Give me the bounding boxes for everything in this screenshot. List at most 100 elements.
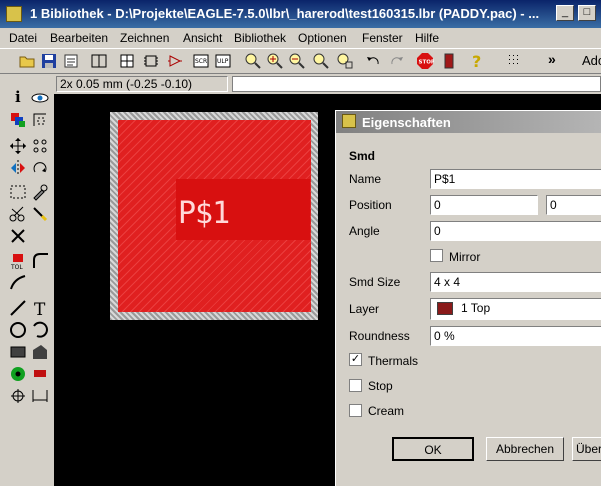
rotate-icon[interactable] — [30, 158, 50, 178]
grid-icon[interactable] — [506, 52, 524, 70]
toolbar-overflow-button[interactable]: » — [548, 51, 566, 69]
delete-icon[interactable] — [8, 226, 28, 246]
line-icon[interactable] — [8, 298, 28, 318]
paste-icon[interactable] — [30, 204, 50, 224]
show-icon[interactable] — [30, 88, 50, 108]
section-heading: Smd — [349, 149, 376, 163]
rect-icon[interactable] — [8, 342, 28, 362]
arc-icon[interactable] — [30, 320, 50, 340]
change-icon[interactable] — [30, 182, 50, 202]
smd-size-field[interactable]: 4 x 4 — [430, 272, 601, 292]
layer-select[interactable]: 1 Top — [430, 298, 601, 320]
zoom-in-icon[interactable] — [266, 52, 284, 70]
coordinate-bar: 2x 0.05 mm (-0.25 -0.10) — [0, 74, 601, 94]
svg-text:i: i — [15, 88, 21, 106]
help-icon[interactable]: ? — [468, 52, 486, 71]
window-title: 1 Bibliothek - D:\Projekte\EAGLE-7.5.0\l… — [30, 6, 540, 21]
text-icon[interactable]: T — [30, 298, 50, 320]
ok-button[interactable]: OK — [392, 437, 474, 461]
tool-palette: i TOL T — [0, 88, 54, 486]
cut-icon[interactable] — [8, 204, 28, 224]
menu-zeichnen[interactable]: Zeichnen — [120, 31, 169, 45]
svg-text:?: ? — [472, 52, 481, 70]
window-titlebar: 1 Bibliothek - D:\Projekte\EAGLE-7.5.0\l… — [0, 0, 601, 28]
roundness-field[interactable]: 0 % — [430, 326, 601, 346]
polygon-icon[interactable] — [30, 342, 50, 362]
menu-bibliothek[interactable]: Bibliothek — [234, 31, 286, 45]
info-icon[interactable]: i — [8, 86, 28, 106]
layer-label: Layer — [349, 302, 380, 316]
roundness-label: Roundness — [349, 329, 410, 343]
open-folder-icon[interactable] — [18, 52, 36, 70]
ulp-icon[interactable]: ULP — [214, 52, 232, 70]
split-icon[interactable] — [8, 272, 28, 292]
add-pad-icon[interactable]: TOL — [8, 250, 28, 271]
name-label: Name — [349, 172, 382, 186]
dialog-title: Eigenschaften — [362, 115, 451, 130]
cream-label: Cream — [368, 404, 405, 418]
zoom-fit-icon[interactable] — [244, 52, 262, 70]
display-layers-icon[interactable] — [8, 110, 28, 130]
miter-icon[interactable] — [30, 250, 50, 270]
zoom-select-icon[interactable] — [336, 52, 354, 70]
menu-datei[interactable]: Datei — [9, 31, 37, 45]
pad-name-label: P$1 — [178, 196, 230, 231]
mirror-label: Mirror — [449, 250, 481, 264]
coordinate-display: 2x 0.05 mm (-0.25 -0.10) — [56, 76, 228, 92]
menu-optionen[interactable]: Optionen — [298, 31, 347, 45]
zoom-out-icon[interactable] — [288, 52, 306, 70]
position-label: Position — [349, 198, 392, 212]
stop-icon[interactable]: STOP — [416, 52, 435, 70]
cancel-button[interactable]: Abbrechen — [486, 437, 564, 461]
command-line-input[interactable] — [232, 76, 601, 92]
apply-button[interactable]: Über — [572, 437, 601, 461]
smd-size-label: Smd Size — [349, 275, 401, 289]
circle-icon[interactable] — [8, 320, 28, 340]
dimension-icon[interactable] — [30, 386, 50, 406]
maximize-button[interactable]: □ — [578, 5, 596, 21]
thermals-checkbox[interactable]: ✓ — [349, 353, 362, 366]
properties-dialog: Eigenschaften Smd Name P$1 Position 0 0 … — [335, 110, 601, 486]
stop-label: Stop — [368, 379, 393, 393]
mirror-icon[interactable] — [8, 158, 28, 178]
undo-icon[interactable] — [364, 52, 382, 70]
menu-bearbeiten[interactable]: Bearbeiten — [50, 31, 108, 45]
name-field[interactable]: P$1 — [430, 169, 601, 189]
copy-icon[interactable] — [30, 136, 50, 156]
layer-select-value: 1 Top — [461, 301, 491, 315]
symbol-icon[interactable] — [166, 52, 184, 70]
hole-icon[interactable] — [8, 386, 28, 406]
move-icon[interactable] — [8, 136, 28, 156]
cam-icon[interactable] — [118, 52, 136, 70]
menu-hilfe[interactable]: Hilfe — [415, 31, 439, 45]
dialog-titlebar[interactable]: Eigenschaften — [336, 111, 601, 133]
print-icon[interactable] — [62, 52, 80, 70]
position-x-field[interactable]: 0 — [430, 195, 538, 215]
angle-field[interactable]: 0 — [430, 221, 601, 241]
save-icon[interactable] — [40, 52, 58, 70]
thermals-label: Thermals — [368, 354, 419, 368]
stop-checkbox[interactable] — [349, 379, 362, 392]
svg-text:ULP: ULP — [217, 58, 229, 65]
layer-color-swatch — [437, 302, 453, 315]
svg-text:STOP: STOP — [419, 60, 435, 66]
toolbar-truncated-label[interactable]: Ado — [582, 53, 601, 71]
angle-label: Angle — [349, 224, 380, 238]
group-icon[interactable] — [8, 182, 28, 202]
menubar: Datei Bearbeiten Zeichnen Ansicht Biblio… — [0, 28, 601, 48]
mark-origin-icon[interactable] — [30, 110, 50, 130]
position-y-field[interactable]: 0 — [546, 195, 601, 215]
redo-icon[interactable] — [388, 52, 406, 70]
package-icon[interactable] — [142, 52, 160, 70]
menu-fenster[interactable]: Fenster — [362, 31, 403, 45]
zoom-redraw-icon[interactable] — [312, 52, 330, 70]
cream-checkbox[interactable] — [349, 404, 362, 417]
library-icon[interactable] — [90, 52, 108, 70]
smd-icon[interactable] — [30, 364, 50, 384]
minimize-button[interactable]: _ — [556, 5, 574, 21]
script-icon[interactable]: SCR — [192, 52, 210, 70]
mirror-checkbox[interactable] — [430, 249, 443, 262]
layer-color-icon[interactable] — [440, 52, 458, 70]
menu-ansicht[interactable]: Ansicht — [183, 31, 222, 45]
via-icon[interactable] — [8, 364, 28, 384]
